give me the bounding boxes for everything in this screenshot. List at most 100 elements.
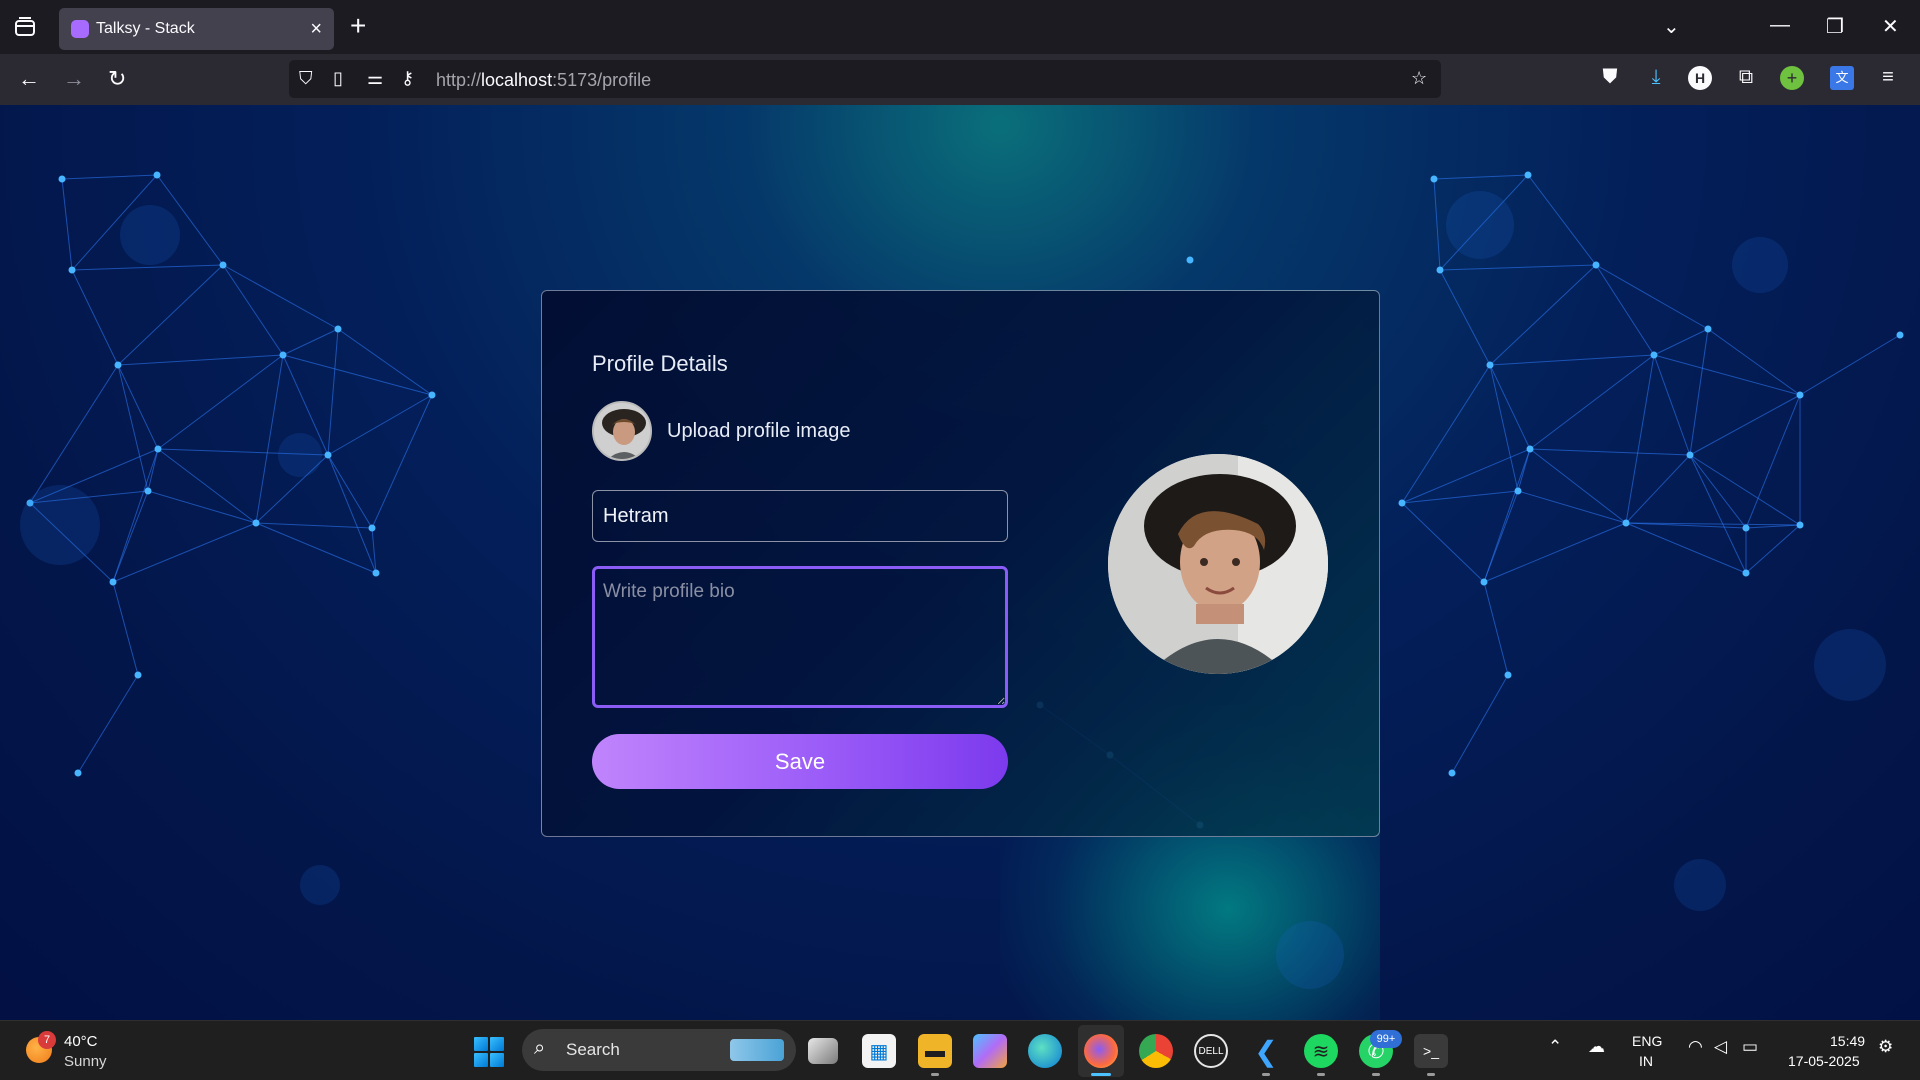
key-icon[interactable]: ⚷ — [401, 68, 414, 89]
bio-textarea[interactable] — [592, 566, 1008, 708]
network-line — [77, 674, 139, 774]
list-tabs-chevron-icon[interactable]: ⌄ — [1663, 14, 1680, 39]
file-explorer-running-dot — [931, 1073, 939, 1076]
shield-icon[interactable]: ⛉ — [299, 68, 313, 89]
task-view-icon[interactable] — [808, 1038, 838, 1064]
network-node — [1650, 351, 1658, 359]
notifications-icon[interactable]: ⚙ — [1878, 1037, 1893, 1057]
clock-time[interactable]: 15:49 — [1830, 1033, 1865, 1049]
menu-hamburger-icon[interactable]: ≡ — [1876, 66, 1900, 90]
network-line — [327, 454, 373, 529]
network-line — [327, 454, 377, 574]
taskbar-search-box[interactable]: ⌕ Search — [522, 1029, 796, 1071]
tab-close-icon[interactable]: × — [310, 18, 322, 41]
spotify-icon[interactable]: ≋ — [1304, 1034, 1338, 1068]
network-line — [1401, 364, 1491, 504]
upload-profile-image-button[interactable]: Upload profile image — [592, 401, 850, 461]
network-node — [252, 519, 260, 527]
new-tab-plus-icon[interactable]: + — [350, 12, 366, 40]
network-line — [157, 354, 284, 450]
network-node — [219, 261, 227, 269]
restore-icon[interactable]: ❐ — [1826, 14, 1844, 39]
minimize-icon[interactable]: — — [1770, 14, 1790, 37]
window-close-icon[interactable]: ✕ — [1882, 14, 1899, 39]
wifi-icon[interactable]: ◠ — [1688, 1037, 1703, 1057]
edge-browser-icon[interactable] — [1028, 1034, 1062, 1068]
translate-icon[interactable]: 文 — [1830, 66, 1854, 90]
vscode-icon[interactable]: ❮ — [1249, 1034, 1283, 1068]
bokeh-circle — [1814, 629, 1886, 701]
battery-icon[interactable]: ▭ — [1742, 1037, 1758, 1057]
network-line — [1625, 522, 1747, 574]
microsoft-store-icon[interactable]: ▦ — [862, 1034, 896, 1068]
back-arrow-icon[interactable]: ← — [18, 66, 40, 92]
network-line — [147, 490, 257, 524]
language-indicator[interactable]: ENG — [1632, 1033, 1662, 1049]
pocket-icon[interactable]: ⛊ — [1598, 66, 1622, 90]
network-node — [1448, 769, 1456, 777]
firefox-active-indicator — [1091, 1073, 1111, 1076]
network-line — [337, 328, 433, 396]
forward-arrow-icon[interactable]: → — [63, 66, 85, 92]
bokeh-circle — [1276, 921, 1344, 989]
network-node — [1430, 175, 1438, 183]
weather-condition[interactable]: Sunny — [64, 1053, 107, 1070]
show-hidden-icons-chevron-icon[interactable]: ⌃ — [1548, 1037, 1562, 1057]
network-line — [71, 269, 119, 366]
onedrive-offline-icon[interactable]: ☁ — [1588, 1037, 1605, 1057]
network-line — [117, 354, 284, 366]
network-node — [1398, 499, 1406, 507]
reload-icon[interactable]: ↻ — [108, 66, 126, 92]
permissions-icon[interactable]: ⚌ — [367, 68, 383, 89]
clock-date[interactable]: 17-05-2025 — [1788, 1053, 1860, 1069]
network-line — [1483, 490, 1519, 583]
url-text[interactable]: http://localhost:5173/profile — [436, 70, 651, 91]
network-line — [1689, 394, 1801, 456]
network-line — [1489, 354, 1655, 366]
network-node — [134, 671, 142, 679]
region-indicator[interactable]: IN — [1639, 1053, 1653, 1069]
network-line — [1529, 354, 1655, 450]
firefox-icon[interactable] — [1084, 1034, 1118, 1068]
talksy-favicon-icon — [71, 20, 89, 38]
copilot-icon[interactable] — [973, 1034, 1007, 1068]
tab-talksy[interactable]: Talksy - Stack × — [59, 8, 334, 50]
network-line — [222, 264, 339, 330]
start-button-windows-icon[interactable] — [474, 1037, 504, 1067]
network-line — [112, 522, 257, 583]
network-line — [1529, 448, 1627, 524]
network-line — [282, 354, 433, 396]
chrome-icon[interactable] — [1139, 1034, 1173, 1068]
address-bar[interactable]: ⛉ ▯ ⚌ ⚷ http://localhost:5173/profile ☆ — [289, 60, 1441, 98]
page-info-icon[interactable]: ▯ — [333, 68, 343, 89]
dell-icon[interactable]: DELL — [1194, 1034, 1228, 1068]
network-line — [147, 448, 159, 492]
network-line — [1689, 454, 1747, 529]
network-line — [112, 581, 139, 676]
network-line — [1401, 448, 1531, 504]
network-line — [1529, 448, 1691, 456]
network-line — [1653, 354, 1801, 396]
volume-icon[interactable]: ◁ — [1714, 1037, 1727, 1057]
network-line — [1527, 174, 1597, 266]
network-line — [1595, 264, 1709, 330]
network-node — [58, 175, 66, 183]
list-all-tabs-icon[interactable] — [12, 15, 38, 39]
download-icon[interactable]: ⤓ — [1644, 66, 1668, 90]
weather-temperature[interactable]: 40°C — [64, 1033, 98, 1050]
save-button[interactable]: Save — [592, 734, 1008, 789]
extensions-puzzle-icon[interactable]: ⧉ — [1734, 66, 1758, 90]
network-node — [1796, 391, 1804, 399]
network-node — [334, 325, 342, 333]
terminal-icon[interactable]: >_ — [1414, 1034, 1448, 1068]
network-line — [255, 354, 284, 524]
h-extension-icon[interactable]: H — [1688, 66, 1712, 90]
name-input[interactable] — [592, 490, 1008, 542]
network-line — [117, 364, 159, 450]
bokeh-circle — [1446, 191, 1514, 259]
browser-tab-bar: Talksy - Stack × + ⌄ — ❐ ✕ — [0, 0, 1920, 54]
network-node — [68, 266, 76, 274]
bookmark-star-icon[interactable]: ☆ — [1411, 68, 1427, 89]
file-explorer-icon[interactable]: ▬ — [918, 1034, 952, 1068]
add-extension-icon[interactable]: + — [1780, 66, 1804, 90]
